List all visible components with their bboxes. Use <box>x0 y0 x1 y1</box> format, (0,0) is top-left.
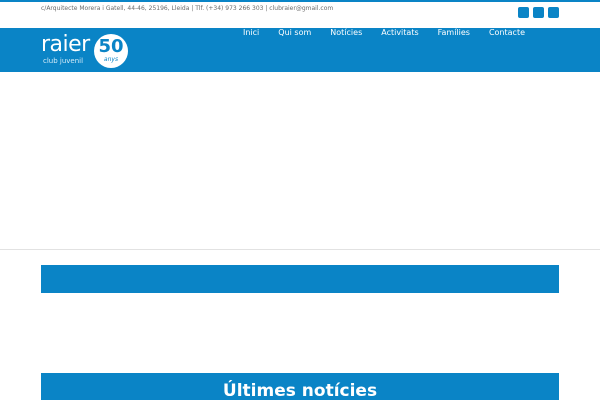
social-icon-3[interactable] <box>548 7 559 18</box>
nav-item-qui-som[interactable]: Qui som <box>278 28 311 40</box>
badge-number: 50 <box>98 36 124 57</box>
contact-info: c/Arquitecte Morera i Gatell, 44-46, 251… <box>41 5 334 12</box>
site-logo[interactable]: raier club juvenil 50 anys <box>41 30 136 70</box>
badge-text: anys <box>103 56 119 63</box>
anniversary-badge: 50 anys <box>94 34 128 68</box>
page: c/Arquitecte Morera i Gatell, 44-46, 251… <box>0 0 600 400</box>
top-bar: c/Arquitecte Morera i Gatell, 44-46, 251… <box>0 0 600 28</box>
social-icon-2[interactable] <box>533 7 544 18</box>
nav-item-activitats[interactable]: Activitats <box>381 28 418 40</box>
nav-item-families[interactable]: Famílies <box>438 28 470 40</box>
main-nav: Inici Qui som Notícies Activitats Famíli… <box>243 27 544 72</box>
social-links <box>518 7 559 18</box>
logo-subtitle: club juvenil <box>43 57 84 65</box>
nav-item-inici[interactable]: Inici <box>243 27 260 40</box>
section-divider <box>0 249 600 250</box>
social-icon-1[interactable] <box>518 7 529 18</box>
site-header: raier club juvenil 50 anys Inici Qui som… <box>0 27 600 72</box>
blue-banner <box>41 265 559 293</box>
nav-item-noticies[interactable]: Notícies <box>330 28 362 40</box>
nav-item-contacte[interactable]: Contacte <box>489 28 525 40</box>
latest-news-header: Últimes notícies <box>41 373 559 400</box>
logo-wordmark: raier <box>41 32 90 57</box>
latest-news-title: Últimes notícies <box>222 381 378 400</box>
